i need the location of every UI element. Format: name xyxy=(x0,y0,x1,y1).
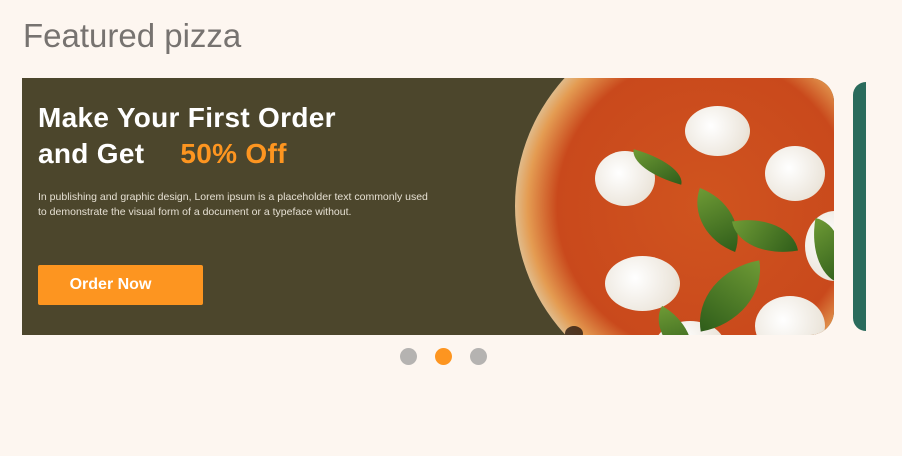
carousel-dot-2-active[interactable] xyxy=(435,348,452,365)
headline-line-2: and Get xyxy=(38,138,145,169)
order-now-button[interactable]: Order Now xyxy=(38,265,203,305)
next-banner-card-peek[interactable] xyxy=(853,82,866,331)
promo-banner-card[interactable]: Make Your First Order and Get 50% Off In … xyxy=(22,78,834,335)
pizza-image xyxy=(515,78,834,335)
carousel-dot-3[interactable] xyxy=(470,348,487,365)
banner-description: In publishing and graphic design, Lorem … xyxy=(38,191,428,218)
section-title: Featured pizza xyxy=(23,17,242,54)
carousel-dot-1[interactable] xyxy=(400,348,417,365)
discount-highlight: 50% Off xyxy=(180,138,287,169)
carousel-pagination xyxy=(400,348,487,365)
banner-headline: Make Your First Order and Get 50% Off xyxy=(38,100,336,172)
headline-line-1: Make Your First Order xyxy=(38,102,336,133)
